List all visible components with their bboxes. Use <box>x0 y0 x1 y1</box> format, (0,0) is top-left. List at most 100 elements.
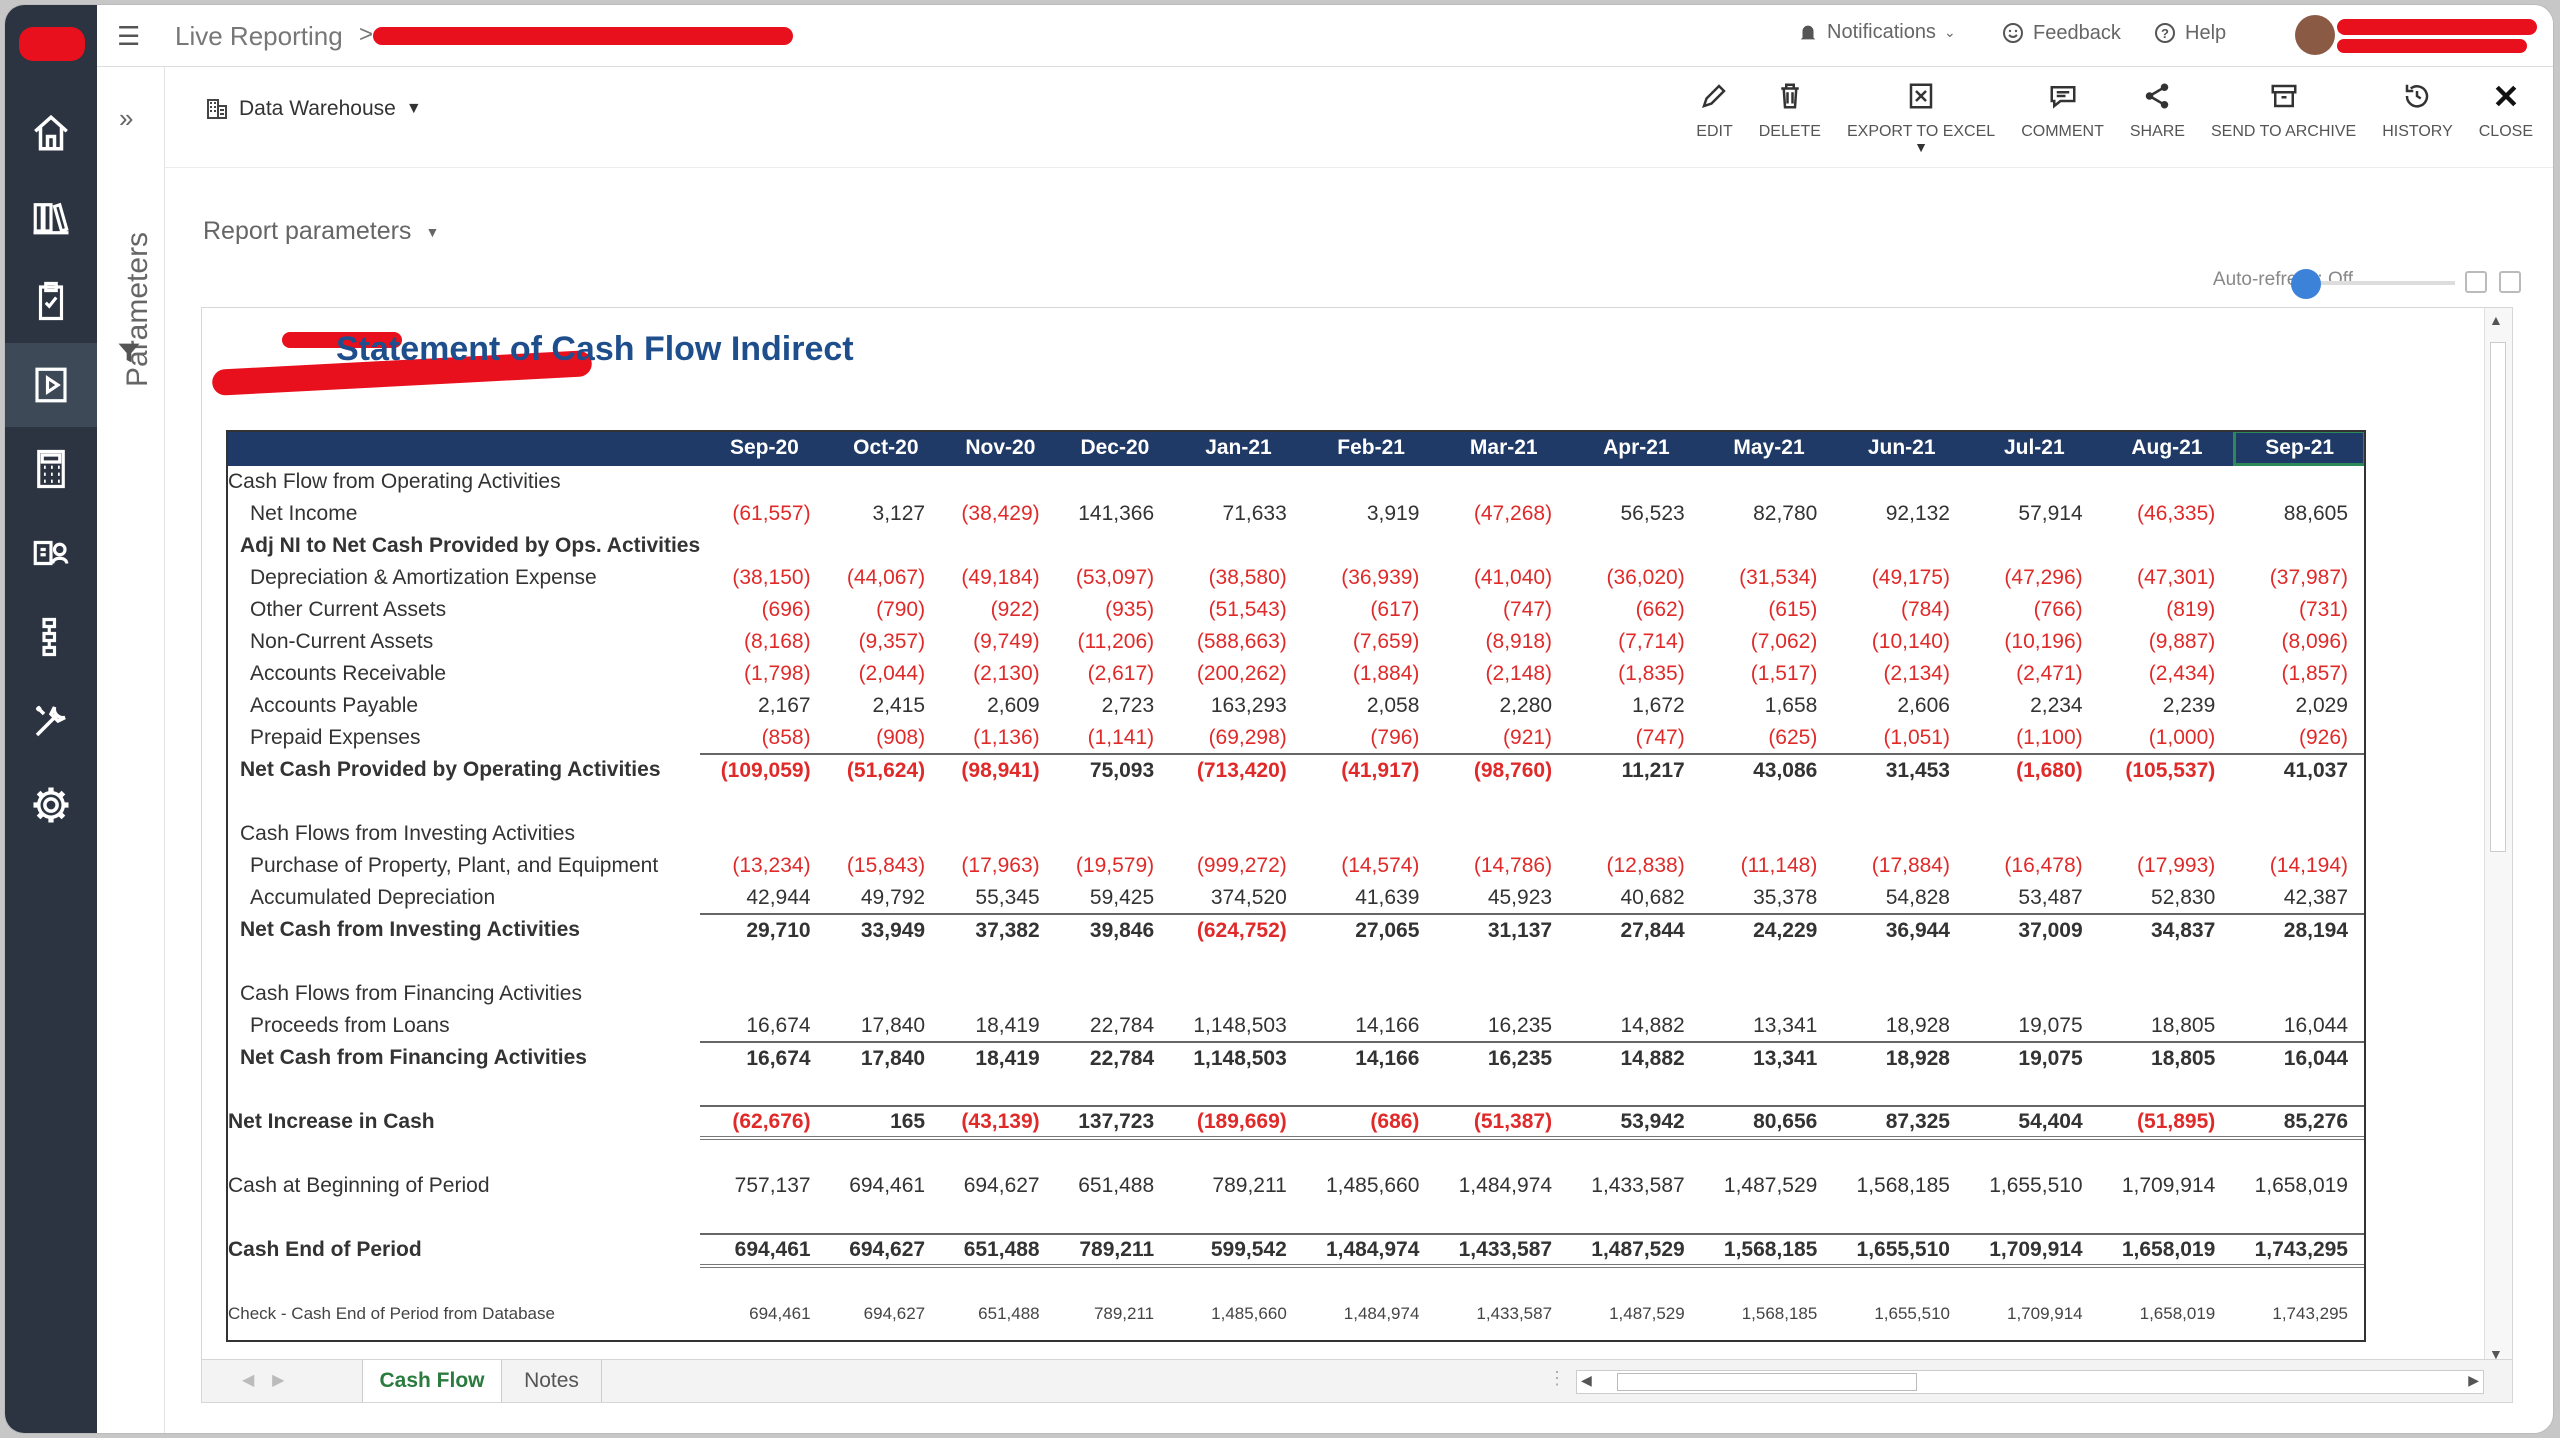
value-cell[interactable]: (1,141) <box>1058 722 1173 754</box>
value-cell[interactable]: 2,058 <box>1305 690 1438 722</box>
value-cell[interactable]: 28,194 <box>2233 913 2366 946</box>
value-cell[interactable]: (31,534) <box>1703 562 1836 594</box>
value-cell[interactable]: (47,301) <box>2101 562 2234 594</box>
value-cell[interactable]: (11,206) <box>1058 626 1173 658</box>
sidebar-tools-icon[interactable] <box>5 679 97 763</box>
value-cell[interactable]: (53,097) <box>1058 562 1173 594</box>
value-cell[interactable]: (36,020) <box>1570 562 1703 594</box>
value-cell[interactable] <box>1835 1202 1968 1234</box>
value-cell[interactable]: 789,211 <box>1058 1298 1173 1330</box>
value-cell[interactable]: (47,268) <box>1437 498 1570 530</box>
value-cell[interactable] <box>2233 978 2366 1010</box>
value-cell[interactable] <box>829 1266 944 1298</box>
value-cell[interactable] <box>1835 818 1968 850</box>
value-cell[interactable] <box>1437 978 1570 1010</box>
value-cell[interactable]: 54,828 <box>1835 882 1968 914</box>
value-cell[interactable] <box>1968 466 2101 498</box>
value-cell[interactable]: 1,148,503 <box>1172 1041 1305 1074</box>
value-cell[interactable]: (999,272) <box>1172 850 1305 882</box>
value-cell[interactable]: 14,166 <box>1304 1041 1438 1074</box>
value-cell[interactable] <box>1305 818 1438 850</box>
value-cell[interactable] <box>1570 466 1703 498</box>
value-cell[interactable] <box>2101 530 2234 562</box>
value-cell[interactable]: 1,484,974 <box>1305 1298 1438 1330</box>
value-cell[interactable]: 39,846 <box>1057 913 1173 946</box>
value-cell[interactable] <box>1968 978 2101 1010</box>
value-cell[interactable]: (615) <box>1703 594 1836 626</box>
value-cell[interactable]: 40,682 <box>1570 882 1703 914</box>
value-cell[interactable]: (1,835) <box>1570 658 1703 690</box>
value-cell[interactable]: (10,140) <box>1835 626 1968 658</box>
value-cell[interactable] <box>1835 1266 1968 1298</box>
value-cell[interactable]: (686) <box>1304 1105 1438 1140</box>
value-cell[interactable] <box>1968 1138 2101 1170</box>
value-cell[interactable] <box>1305 978 1438 1010</box>
value-cell[interactable]: (51,624) <box>828 753 944 786</box>
value-cell[interactable] <box>1058 818 1173 850</box>
value-cell[interactable]: 1,655,510 <box>1968 1170 2101 1202</box>
value-cell[interactable] <box>700 1202 828 1234</box>
value-cell[interactable]: (921) <box>1437 722 1570 754</box>
value-cell[interactable]: 1,568,185 <box>1703 1298 1836 1330</box>
value-cell[interactable] <box>1835 786 1968 818</box>
value-cell[interactable]: 19,075 <box>1968 1010 2101 1042</box>
value-cell[interactable] <box>1835 530 1968 562</box>
value-cell[interactable]: (1,517) <box>1703 658 1836 690</box>
value-cell[interactable]: 18,928 <box>1835 1041 1968 1074</box>
value-cell[interactable]: (36,939) <box>1305 562 1438 594</box>
value-cell[interactable] <box>1570 1138 1703 1170</box>
value-cell[interactable] <box>1703 818 1836 850</box>
value-cell[interactable]: 1,655,510 <box>1835 1298 1968 1330</box>
value-cell[interactable]: (662) <box>1570 594 1703 626</box>
value-cell[interactable]: (8,918) <box>1437 626 1570 658</box>
delete-button[interactable]: DELETE <box>1759 81 1821 155</box>
value-cell[interactable]: 43,086 <box>1702 753 1836 786</box>
export-excel-button[interactable]: EXPORT TO EXCEL ▼ <box>1847 81 1995 155</box>
value-cell[interactable]: 88,605 <box>2233 498 2366 530</box>
value-cell[interactable] <box>943 786 1058 818</box>
value-cell[interactable]: 19,075 <box>1967 1041 2101 1074</box>
value-cell[interactable]: 41,037 <box>2233 753 2366 786</box>
value-cell[interactable] <box>1058 786 1173 818</box>
value-cell[interactable] <box>1305 530 1438 562</box>
value-cell[interactable] <box>2101 1202 2234 1234</box>
value-cell[interactable] <box>1570 818 1703 850</box>
value-cell[interactable] <box>943 946 1058 978</box>
value-cell[interactable] <box>1172 818 1305 850</box>
value-cell[interactable] <box>1968 818 2101 850</box>
value-cell[interactable] <box>1835 466 1968 498</box>
value-cell[interactable] <box>829 978 944 1010</box>
value-cell[interactable]: (15,843) <box>829 850 944 882</box>
value-cell[interactable]: 16,235 <box>1437 1010 1570 1042</box>
value-cell[interactable] <box>1703 466 1836 498</box>
value-cell[interactable]: 1,709,914 <box>1967 1233 2101 1268</box>
value-cell[interactable]: 1,655,510 <box>1835 1233 1968 1268</box>
value-cell[interactable] <box>1058 466 1173 498</box>
value-cell[interactable] <box>700 1138 828 1170</box>
value-cell[interactable]: 18,805 <box>2101 1010 2234 1042</box>
value-cell[interactable]: 789,211 <box>1057 1233 1173 1268</box>
value-cell[interactable] <box>1570 530 1703 562</box>
value-cell[interactable] <box>1570 946 1703 978</box>
value-cell[interactable]: 1,433,587 <box>1570 1170 1703 1202</box>
value-cell[interactable]: (16,478) <box>1968 850 2101 882</box>
value-cell[interactable]: (1,884) <box>1305 658 1438 690</box>
value-cell[interactable]: (819) <box>2101 594 2234 626</box>
value-cell[interactable] <box>829 1138 944 1170</box>
value-cell[interactable] <box>1835 1074 1968 1106</box>
value-cell[interactable]: (37,987) <box>2233 562 2366 594</box>
horizontal-scrollbar[interactable]: ◀ ▶ <box>1576 1370 2484 1394</box>
value-cell[interactable]: (790) <box>829 594 944 626</box>
value-cell[interactable] <box>1703 978 1836 1010</box>
value-cell[interactable]: (1,000) <box>2101 722 2234 754</box>
value-cell[interactable]: (908) <box>829 722 944 754</box>
month-column-header[interactable]: Jul-21 <box>1967 430 2101 466</box>
value-cell[interactable]: (62,676) <box>700 1105 829 1140</box>
value-cell[interactable] <box>2101 1074 2234 1106</box>
value-cell[interactable]: 18,419 <box>943 1041 1058 1074</box>
sidebar-hierarchy-icon[interactable] <box>5 595 97 679</box>
value-cell[interactable] <box>2233 1266 2366 1298</box>
value-cell[interactable]: 651,488 <box>943 1298 1058 1330</box>
value-cell[interactable]: (13,234) <box>700 850 828 882</box>
value-cell[interactable]: (696) <box>700 594 828 626</box>
